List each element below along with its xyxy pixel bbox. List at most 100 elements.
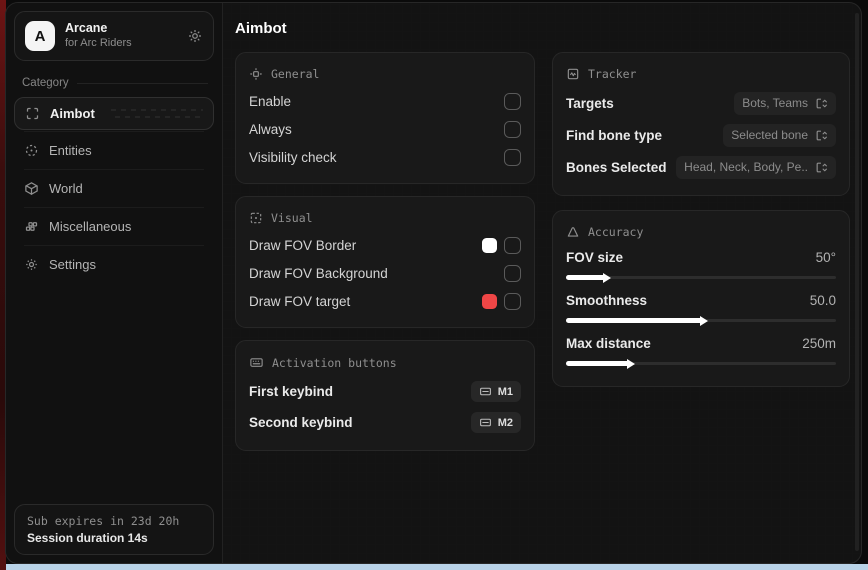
visibility-check-checkbox[interactable] xyxy=(504,149,521,166)
setting-row: Draw FOV Border xyxy=(249,231,521,259)
desktop-background-bottom xyxy=(0,564,868,570)
panel-title: General xyxy=(271,67,319,81)
slider-fill xyxy=(566,318,701,323)
setting-row: Bones Selected Head, Neck, Body, Pe.. xyxy=(566,151,836,183)
scrollbar[interactable] xyxy=(855,13,859,551)
focus-square-icon xyxy=(249,67,263,81)
brand-card: A Arcane for Arc Riders xyxy=(14,11,214,61)
setting-label: Always xyxy=(249,122,504,137)
bones-selected-select[interactable]: Head, Neck, Body, Pe.. xyxy=(676,156,836,179)
sidebar-item-label: Aimbot xyxy=(50,106,95,121)
expand-vertical-icon xyxy=(815,161,828,174)
panel-tracker: Tracker Targets Bots, Teams xyxy=(552,52,850,196)
scan-brackets-icon xyxy=(25,106,40,121)
setting-label: Second keybind xyxy=(249,415,471,430)
slider-value: 250m xyxy=(802,336,836,351)
setting-label: Enable xyxy=(249,94,504,109)
setting-row: Always xyxy=(249,115,521,143)
nav-divider xyxy=(24,207,204,208)
find-bone-type-select[interactable]: Selected bone xyxy=(723,124,836,147)
slider-label: Smoothness xyxy=(566,293,810,308)
setting-row: Draw FOV Background xyxy=(249,259,521,287)
fov-size-slider[interactable] xyxy=(566,275,836,280)
brand-name: Arcane xyxy=(65,21,177,37)
category-row: Category xyxy=(22,77,208,89)
targets-select[interactable]: Bots, Teams xyxy=(734,92,836,115)
sidebar-item-label: World xyxy=(49,181,83,196)
slider-thumb[interactable] xyxy=(627,359,635,369)
setting-row: First keybind M1 xyxy=(249,376,521,407)
setting-row: Draw FOV target xyxy=(249,287,521,315)
sidebar-item-label: Settings xyxy=(49,257,96,272)
slider-fill xyxy=(566,275,604,280)
sidebar-item-entities[interactable]: Entities xyxy=(14,133,214,168)
first-keybind-button[interactable]: M1 xyxy=(471,381,521,402)
setting-label: First keybind xyxy=(249,384,471,399)
category-label: Category xyxy=(22,77,69,89)
fov-border-color-swatch[interactable] xyxy=(482,238,497,253)
panel-activation-header: Activation buttons xyxy=(249,355,521,370)
max-distance-setting: Max distance 250m xyxy=(566,331,836,366)
fov-size-setting: FOV size 50° xyxy=(566,245,836,280)
setting-row: Second keybind M2 xyxy=(249,407,521,438)
panel-activation-buttons: Activation buttons First keybind M1 xyxy=(235,340,535,451)
select-value: Selected bone xyxy=(731,128,808,142)
fov-target-color-swatch[interactable] xyxy=(482,294,497,309)
keybind-value: M1 xyxy=(498,386,513,398)
keyboard-icon xyxy=(249,355,264,370)
brand-text: Arcane for Arc Riders xyxy=(65,21,177,50)
dashed-square-dot-icon xyxy=(249,211,263,225)
brand-subtitle: for Arc Riders xyxy=(65,37,177,51)
always-checkbox[interactable] xyxy=(504,121,521,138)
gear-icon xyxy=(24,257,39,272)
triangle-icon xyxy=(566,225,580,239)
sidebar-nav: Aimbot Entities xyxy=(14,97,214,282)
draw-fov-background-checkbox[interactable] xyxy=(504,265,521,282)
panel-visual-header: Visual xyxy=(249,211,521,225)
sub-expiry-text: Sub expires in 23d 20h xyxy=(27,514,201,528)
main-content: Aimbot General Enable xyxy=(223,3,861,563)
enable-checkbox[interactable] xyxy=(504,93,521,110)
setting-row: Enable xyxy=(249,87,521,115)
keyboard-icon xyxy=(479,416,492,429)
sidebar-item-label: Entities xyxy=(49,143,92,158)
panel-accuracy-header: Accuracy xyxy=(566,225,836,239)
panel-general-header: General xyxy=(249,67,521,81)
category-divider xyxy=(77,83,208,84)
expand-vertical-icon xyxy=(815,129,828,142)
draw-fov-border-checkbox[interactable] xyxy=(504,237,521,254)
sidebar-item-label: Miscellaneous xyxy=(49,219,131,234)
gear-icon[interactable] xyxy=(187,28,203,44)
blocks-icon xyxy=(24,219,39,234)
panel-tracker-header: Tracker xyxy=(566,67,836,81)
keybind-value: M2 xyxy=(498,417,513,429)
expand-vertical-icon xyxy=(815,97,828,110)
sidebar: A Arcane for Arc Riders Category xyxy=(6,3,223,563)
sidebar-item-settings[interactable]: Settings xyxy=(14,247,214,282)
slider-label: FOV size xyxy=(566,250,816,265)
sidebar-item-world[interactable]: World xyxy=(14,171,214,206)
panel-title: Visual xyxy=(271,211,313,225)
subscription-card: Sub expires in 23d 20h Session duration … xyxy=(14,504,214,555)
slider-label: Max distance xyxy=(566,336,802,351)
setting-row: Targets Bots, Teams xyxy=(566,87,836,119)
app-window: A Arcane for Arc Riders Category xyxy=(5,2,862,564)
setting-label: Find bone type xyxy=(566,128,723,143)
smoothness-slider[interactable] xyxy=(566,318,836,323)
max-distance-slider[interactable] xyxy=(566,361,836,366)
slider-fill xyxy=(566,361,628,366)
nav-divider xyxy=(24,245,204,246)
setting-row: Find bone type Selected bone xyxy=(566,119,836,151)
select-value: Head, Neck, Body, Pe.. xyxy=(684,160,808,174)
slider-thumb[interactable] xyxy=(603,273,611,283)
second-keybind-button[interactable]: M2 xyxy=(471,412,521,433)
select-value: Bots, Teams xyxy=(742,96,808,110)
slider-thumb[interactable] xyxy=(700,316,708,326)
nav-divider xyxy=(24,169,204,170)
sidebar-item-aimbot[interactable]: Aimbot xyxy=(14,97,214,130)
setting-row: Visibility check xyxy=(249,143,521,171)
draw-fov-target-checkbox[interactable] xyxy=(504,293,521,310)
sidebar-item-miscellaneous[interactable]: Miscellaneous xyxy=(14,209,214,244)
panel-general: General Enable Always Visibility check xyxy=(235,52,535,184)
cube-icon xyxy=(24,181,39,196)
